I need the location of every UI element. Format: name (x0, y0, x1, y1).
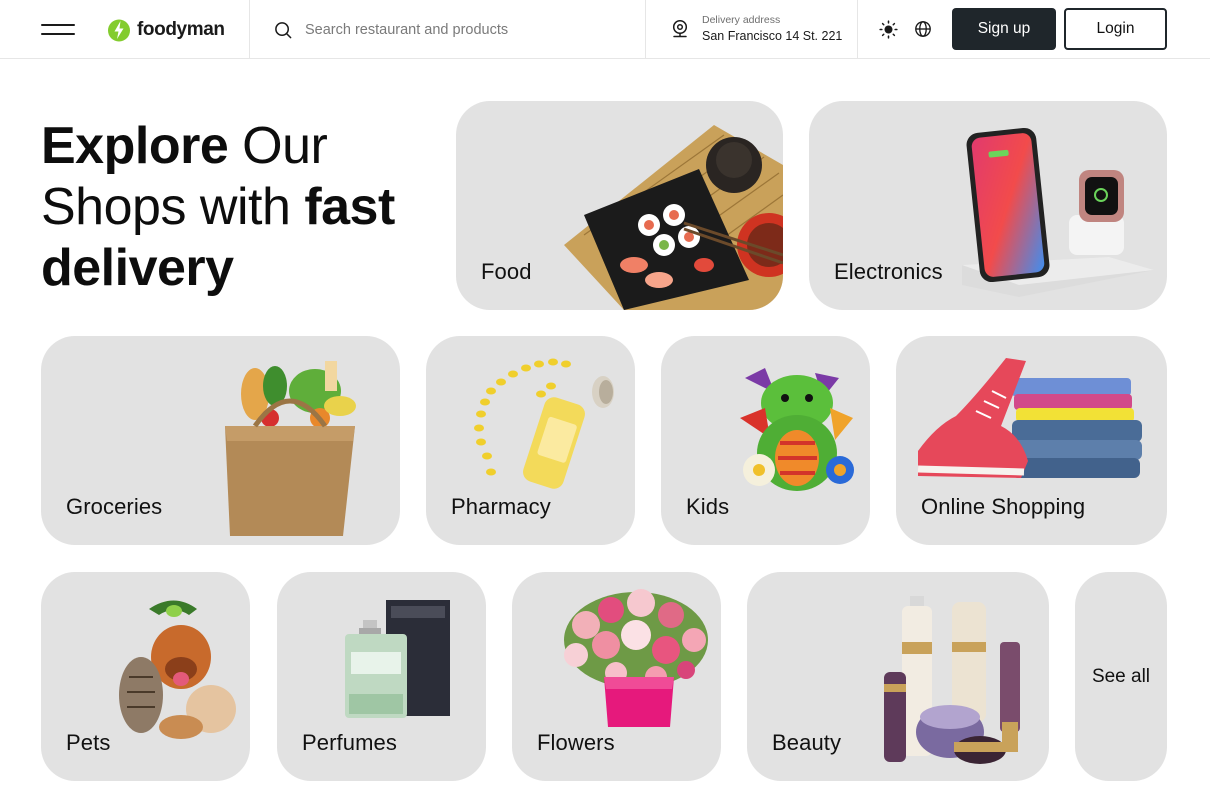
category-label: Groceries (66, 494, 163, 519)
sushi-platter-image (564, 125, 783, 310)
pets-group-image (119, 600, 236, 739)
grocery-bag-image (225, 361, 356, 536)
vitamin-bottle-image (474, 358, 614, 489)
hamburger-menu-icon[interactable] (41, 22, 75, 38)
category-label: Kids (686, 494, 730, 519)
category-card-perfumes[interactable]: Perfumes (277, 572, 486, 781)
phone-charger-stand-image (962, 127, 1154, 297)
delivery-address-value: San Francisco 14 St. 221 (702, 29, 843, 43)
search-icon (275, 21, 292, 38)
category-card-pharmacy[interactable]: Pharmacy (426, 336, 635, 545)
category-label: Food (481, 259, 532, 284)
sneaker-and-clothes-image (917, 358, 1142, 478)
category-label: Pharmacy (451, 494, 551, 519)
category-label: Perfumes (302, 730, 397, 755)
category-card-flowers[interactable]: Flowers (512, 572, 721, 781)
location-pin-icon (672, 19, 688, 38)
sign-up-button[interactable]: Sign up (952, 8, 1056, 50)
see-all-link[interactable]: See all (1075, 666, 1167, 688)
plush-dragon-toy-image (740, 368, 854, 491)
hero-title: Explore Our Shops with fast delivery (41, 116, 441, 299)
brand-logo[interactable]: foodyman (107, 18, 225, 42)
header-divider (249, 0, 250, 58)
top-header: foodyman Delivery address San Francisco … (0, 0, 1210, 59)
category-card-electronics[interactable]: Electronics (809, 101, 1167, 310)
search-bar[interactable] (274, 19, 634, 41)
category-card-online-shopping[interactable]: Online Shopping (896, 336, 1167, 545)
category-label: Electronics (834, 259, 943, 284)
search-input[interactable] (305, 22, 605, 38)
globe-icon[interactable] (914, 20, 932, 38)
category-card-beauty[interactable]: Beauty (747, 572, 1049, 781)
brand-name: foodyman (137, 19, 225, 40)
header-divider (857, 0, 858, 58)
login-button[interactable]: Login (1064, 8, 1167, 50)
category-label: Pets (66, 730, 111, 755)
category-label: Beauty (772, 730, 842, 755)
category-card-kids[interactable]: Kids (661, 336, 870, 545)
lightning-leaf-icon (108, 19, 130, 42)
flower-bouquet-image (564, 589, 708, 727)
category-card-food[interactable]: Food (456, 101, 783, 310)
cosmetics-set-image (884, 596, 1020, 764)
header-divider (645, 0, 646, 58)
perfume-bottle-image (345, 600, 450, 718)
delivery-address-label: Delivery address (702, 14, 781, 26)
category-label: Flowers (537, 730, 615, 755)
sun-icon[interactable] (879, 20, 898, 39)
see-all-card[interactable]: See all (1075, 572, 1167, 781)
category-card-pets[interactable]: Pets (41, 572, 250, 781)
category-label: Online Shopping (921, 494, 1086, 519)
delivery-address-selector[interactable]: Delivery address San Francisco 14 St. 22… (671, 14, 842, 44)
hero-title-bold: Explore (41, 117, 229, 175)
category-card-groceries[interactable]: Groceries (41, 336, 400, 545)
